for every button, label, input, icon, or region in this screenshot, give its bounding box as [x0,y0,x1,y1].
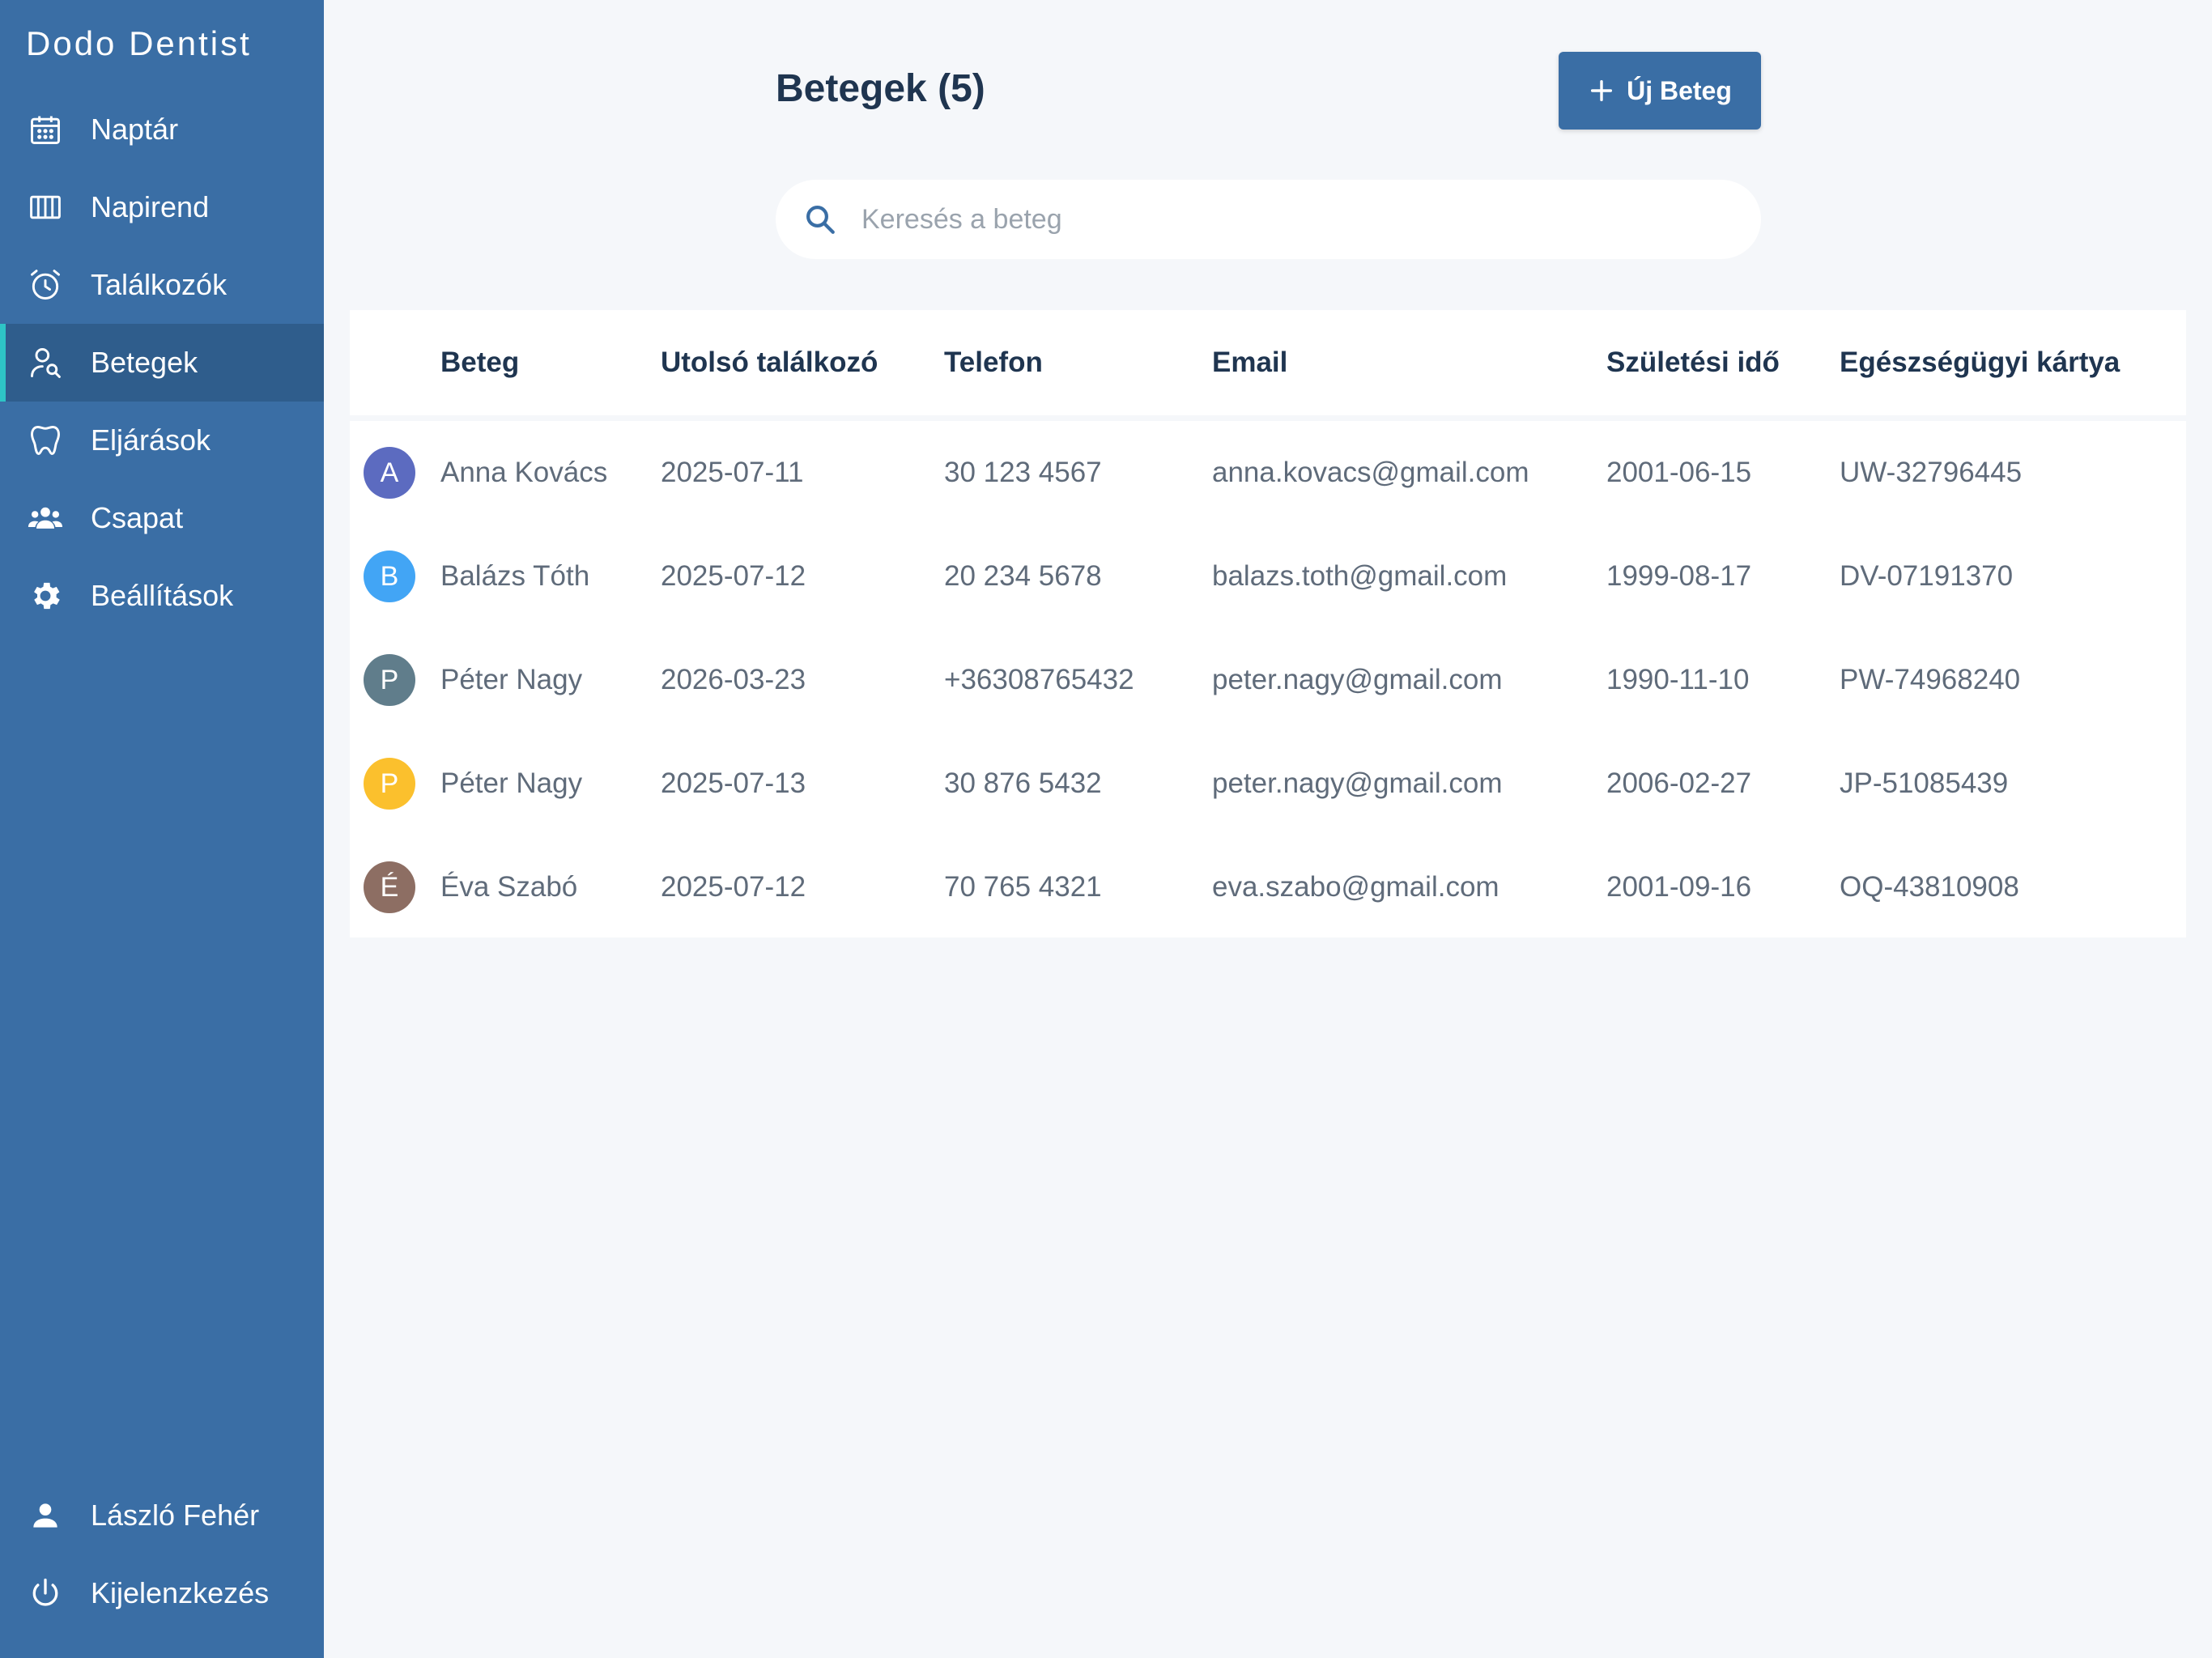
team-icon [26,499,65,538]
sidebar-item-eljarasok[interactable]: Eljárások [0,402,324,479]
email: peter.nagy@gmail.com [1212,664,1503,695]
phone: 30 876 5432 [944,767,1102,799]
sidebar-item-label: Eljárások [91,423,211,457]
patients-table: A Anna Kovács 2025-07-11 30 123 4567 ann… [350,421,2186,937]
health-card: UW-32796445 [1840,457,2023,488]
avatar: B [364,551,415,602]
last-visit: 2025-07-12 [661,560,806,592]
last-visit: 2025-07-11 [661,457,804,488]
sidebar-item-beallitasok[interactable]: Beállítások [0,557,324,635]
sidebar-item-betegek[interactable]: Betegek [0,324,324,402]
search-icon [806,206,835,234]
birth-date: 2001-06-15 [1606,457,1752,488]
table-row[interactable]: P Péter Nagy 2025-07-13 30 876 5432 pete… [350,732,2186,835]
patient-name: Éva Szabó [440,871,578,903]
email: anna.kovacs@gmail.com [1212,457,1529,488]
user-icon [26,1496,65,1535]
email: eva.szabo@gmail.com [1212,871,1499,903]
sidebar-item-label: Találkozók [91,268,228,301]
table-row[interactable]: É Éva Szabó 2025-07-12 70 765 4321 eva.s… [350,835,2186,939]
plus-icon [1591,79,1613,102]
sidebar-bottom: László Fehér Kijelenzkezés [0,1477,324,1632]
email: peter.nagy@gmail.com [1212,767,1503,799]
last-visit: 2025-07-13 [661,767,806,799]
table-header: Beteg Utolsó találkozó Telefon Email Szü… [350,310,2186,415]
sidebar-item-napirend[interactable]: Napirend [0,168,324,246]
alarm-clock-icon [26,266,65,304]
health-card: OQ-43810908 [1840,871,2019,903]
sidebar: Dodo Dentist Naptár Napirend Találkozók … [0,0,324,1658]
column-header-last-visit[interactable]: Utolsó találkozó [661,310,878,415]
patient-name: Péter Nagy [440,664,583,695]
avatar: É [364,861,415,913]
birth-date: 2006-02-27 [1606,767,1752,799]
column-header-health-card[interactable]: Egészségügyi kártya [1840,310,2120,415]
user-profile-item[interactable]: László Fehér [0,1477,324,1554]
sidebar-item-label: Beállítások [91,579,234,612]
new-patient-button-label: Új Beteg [1627,75,1732,105]
patient-name: Balázs Tóth [440,560,590,592]
patient-name: Péter Nagy [440,767,583,799]
patient-name: Anna Kovács [440,457,608,488]
phone: 70 765 4321 [944,871,1102,903]
health-card: DV-07191370 [1840,560,2014,592]
sidebar-item-label: Betegek [91,346,198,379]
phone: 30 123 4567 [944,457,1102,488]
search-bar [776,180,1761,259]
table-row[interactable]: P Péter Nagy 2026-03-23 +36308765432 pet… [350,628,2186,732]
sidebar-item-label: Csapat [91,501,184,534]
phone: 20 234 5678 [944,560,1102,592]
health-card: PW-74968240 [1840,664,2021,695]
search-input[interactable] [861,203,1671,236]
new-patient-button[interactable]: Új Beteg [1559,52,1761,130]
table-row[interactable]: B Balázs Tóth 2025-07-12 20 234 5678 bal… [350,525,2186,628]
last-visit: 2025-07-12 [661,871,806,903]
sidebar-item-talalkozok[interactable]: Találkozók [0,246,324,324]
avatar: A [364,447,415,499]
page-title: Betegek (5) [776,67,985,110]
column-header-birth-date[interactable]: Születési idő [1606,310,1780,415]
sidebar-nav: Naptár Napirend Találkozók Betegek Eljár… [0,91,324,635]
sidebar-item-label: Naptár [91,113,179,146]
calendar-icon [26,110,65,149]
column-header-phone[interactable]: Telefon [944,310,1043,415]
health-card: JP-51085439 [1840,767,2009,799]
tooth-icon [26,421,65,460]
avatar: P [364,654,415,706]
logout-item[interactable]: Kijelenzkezés [0,1554,324,1632]
last-visit: 2026-03-23 [661,664,806,695]
sidebar-item-csapat[interactable]: Csapat [0,479,324,557]
birth-date: 1999-08-17 [1606,560,1752,592]
user-name: László Fehér [91,1499,260,1532]
logout-label: Kijelenzkezés [91,1576,270,1609]
sidebar-item-label: Napirend [91,190,210,223]
avatar: P [364,758,415,810]
columns-icon [26,188,65,227]
brand-title: Dodo Dentist [26,24,252,62]
phone: +36308765432 [944,664,1134,695]
table-row[interactable]: A Anna Kovács 2025-07-11 30 123 4567 ann… [350,421,2186,525]
power-icon [26,1574,65,1613]
gear-icon [26,576,65,615]
column-header-email[interactable]: Email [1212,310,1287,415]
birth-date: 2001-09-16 [1606,871,1752,903]
column-header-patient[interactable]: Beteg [440,310,519,415]
sidebar-item-naptar[interactable]: Naptár [0,91,324,168]
app-root: Dodo Dentist Naptár Napirend Találkozók … [0,0,2212,1658]
patient-search-icon [26,343,65,382]
birth-date: 1990-11-10 [1606,664,1750,695]
email: balazs.toth@gmail.com [1212,560,1508,592]
